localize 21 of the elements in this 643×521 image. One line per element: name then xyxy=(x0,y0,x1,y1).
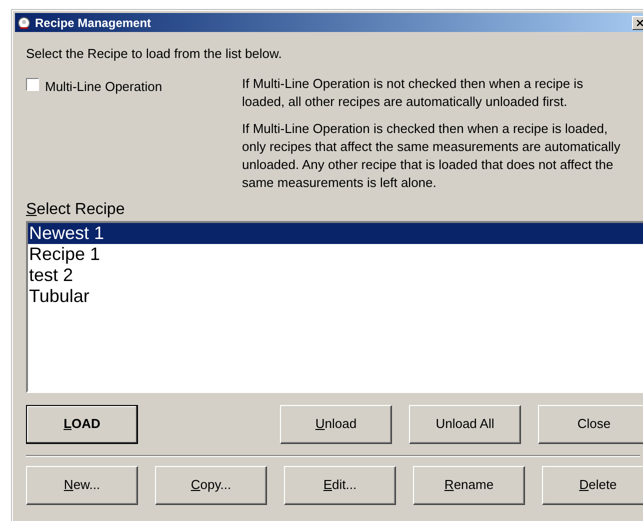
checkbox-label: Multi-Line Operation xyxy=(45,78,162,96)
list-item[interactable]: Recipe 1 xyxy=(28,244,643,264)
list-label: Select Recipe xyxy=(26,200,126,220)
dialog-button[interactable]: Delete xyxy=(542,466,643,504)
list-item[interactable]: Newest 1 xyxy=(28,222,643,244)
dialog-button[interactable]: Edit... xyxy=(284,466,396,504)
multi-line-checkbox[interactable]: Multi-Line Operation xyxy=(26,74,242,192)
recipe-list[interactable]: Newest 1 Recipe 1 test 2 Tubular xyxy=(26,220,643,392)
dialog-button[interactable]: Rename xyxy=(413,466,525,504)
dialog-button[interactable]: LOAD xyxy=(26,404,138,444)
dialog-button[interactable]: Close xyxy=(538,404,643,444)
dialog-button[interactable]: Copy... xyxy=(155,466,267,504)
instruction-text: Select the Recipe to load from the list below. xyxy=(26,45,283,63)
window-title: Recipe Management xyxy=(35,14,152,32)
dialog-button[interactable]: Unload All xyxy=(409,404,521,444)
list-item[interactable]: Tubular xyxy=(28,286,643,306)
help-paragraph: If Multi-Line Operation is checked then when a recipe is loaded, only recipes that affect the same measurements are automatically unloaded. Any other recipe that is loaded that does not affect the same measurements is left alone. xyxy=(242,120,622,192)
help-paragraph: If Multi-Line Operation is not checked then when a recipe is loaded, all other recipes are automatically unloaded first. xyxy=(242,74,584,110)
dialog-button[interactable]: Unload xyxy=(280,404,392,444)
list-item[interactable]: test 2 xyxy=(28,264,643,286)
dialog-button[interactable]: New... xyxy=(26,466,138,504)
